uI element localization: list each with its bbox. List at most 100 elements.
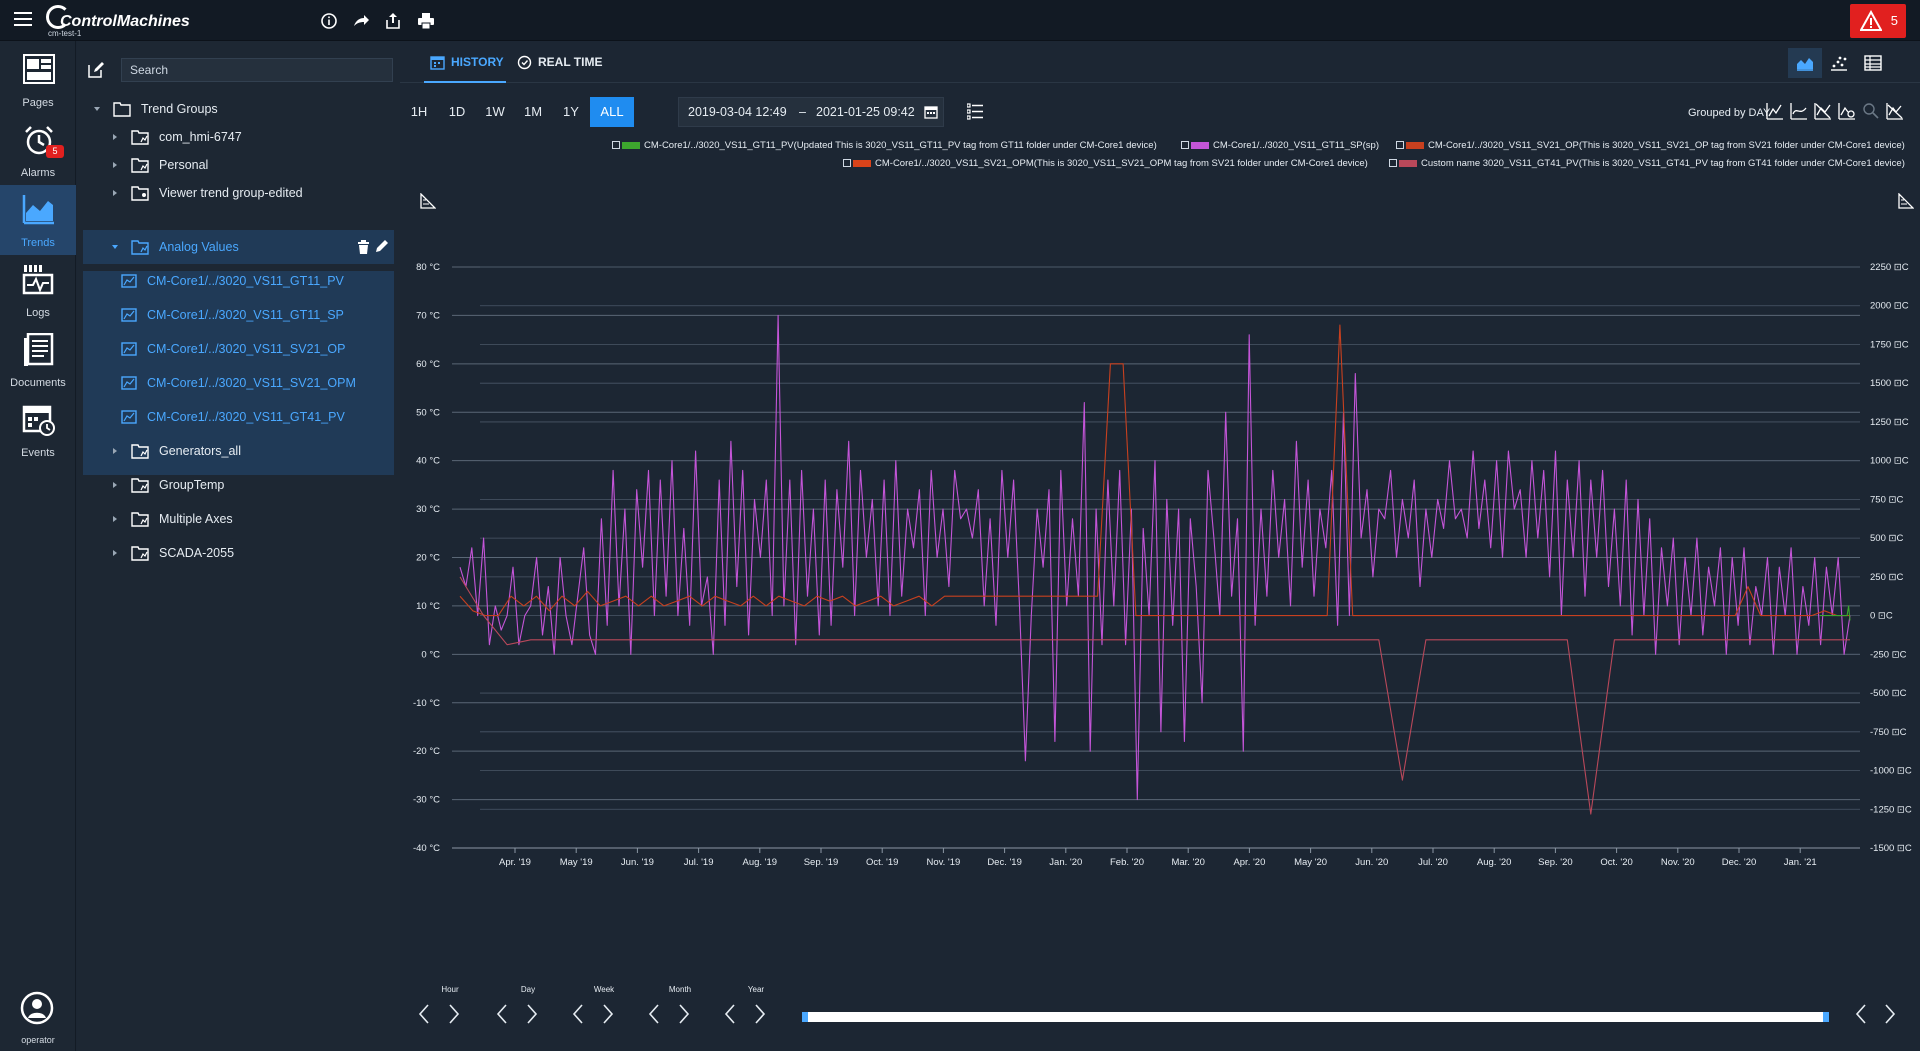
trend-chart[interactable]: 80 °C 70 °C 60 °C 50 °C 40 °C 30 °C 20 °C 10 °C… xyxy=(400,191,1920,1011)
chevron-right-icon[interactable] xyxy=(674,1001,694,1027)
nav-label: Events xyxy=(21,447,55,459)
export-icon[interactable] xyxy=(384,12,402,30)
chart-settings-icon[interactable] xyxy=(1838,102,1856,120)
tree-group[interactable]: Generators_all xyxy=(77,434,400,468)
chevron-left-icon[interactable] xyxy=(414,1001,434,1027)
y-tick-label-left: 10 °C xyxy=(416,601,440,612)
menu-icon[interactable] xyxy=(14,12,32,26)
checkbox[interactable] xyxy=(1389,159,1397,168)
grouped-by-label[interactable]: Grouped by DAY xyxy=(1688,107,1770,119)
date-separator: – xyxy=(799,105,806,119)
tree-leaf[interactable]: CM-Core1/../3020_VS11_GT41_PV xyxy=(83,400,394,434)
search-input[interactable] xyxy=(121,58,393,82)
list-settings-icon[interactable] xyxy=(967,103,983,121)
range-1d-button[interactable]: 1D xyxy=(438,97,476,127)
view-chart-button[interactable] xyxy=(1788,48,1822,78)
chevron-right-icon xyxy=(113,516,117,522)
checkbox[interactable] xyxy=(1396,141,1404,150)
y-tick-label-left: 30 °C xyxy=(416,504,440,515)
line-chart-icon[interactable] xyxy=(1766,102,1784,120)
tab-history[interactable]: HISTORY xyxy=(424,41,506,83)
hide-points-icon[interactable] xyxy=(1814,102,1832,120)
series-line xyxy=(459,576,1850,815)
zoom-icon[interactable] xyxy=(1862,102,1880,120)
chevron-right-icon[interactable] xyxy=(1880,1001,1900,1027)
user-menu[interactable]: operator xyxy=(0,991,76,1047)
chevron-right-icon[interactable] xyxy=(750,1001,770,1027)
nav-group-label: Week xyxy=(593,985,615,994)
tree-leaf[interactable]: CM-Core1/../3020_VS11_GT11_PV xyxy=(83,264,394,298)
range-1w-button[interactable]: 1W xyxy=(476,97,514,127)
alarm-indicator[interactable]: 5 xyxy=(1850,4,1906,38)
alarm-count: 5 xyxy=(1890,13,1898,28)
chevron-left-icon[interactable] xyxy=(720,1001,740,1027)
folder-trend-icon xyxy=(131,444,149,459)
x-tick-label: Dec. '20 xyxy=(1722,857,1757,868)
chevron-left-icon[interactable] xyxy=(644,1001,664,1027)
nav-trends[interactable]: Trends xyxy=(0,185,76,255)
legend-item[interactable]: CM-Core1/../3020_VS11_SV21_OPM(This is 3… xyxy=(843,157,1368,171)
checkbox[interactable] xyxy=(843,159,851,168)
date-from: 2019-03-04 12:49 xyxy=(688,105,787,119)
info-icon[interactable] xyxy=(320,12,338,30)
chevron-left-icon[interactable] xyxy=(492,1001,512,1027)
tree-group[interactable]: Multiple Axes xyxy=(77,502,400,536)
legend-item[interactable]: CM-Core1/../3020_VS11_GT11_PV(Updated Th… xyxy=(612,139,1157,153)
chevron-right-icon[interactable] xyxy=(598,1001,618,1027)
nav-pages[interactable]: Pages xyxy=(0,45,76,115)
time-scrollbar[interactable] xyxy=(802,1012,1829,1022)
top-bar: ControlMachines cm-test-1 5 xyxy=(0,0,1920,41)
chevron-right-icon[interactable] xyxy=(444,1001,464,1027)
tree-group-label: Generators_all xyxy=(159,444,241,458)
legend-item[interactable]: CM-Core1/../3020_VS11_SV21_OP(This is 30… xyxy=(1396,139,1905,153)
view-scatter-button[interactable] xyxy=(1822,48,1856,78)
scroll-handle-left[interactable] xyxy=(802,1012,808,1022)
pencil-icon[interactable] xyxy=(375,239,389,253)
tree-leaf[interactable]: CM-Core1/../3020_VS11_GT11_SP xyxy=(83,298,394,332)
alarm-badge: 5 xyxy=(46,145,64,158)
checkbox[interactable] xyxy=(612,141,620,150)
scroll-handle-right[interactable] xyxy=(1823,1012,1829,1022)
legend-label: CM-Core1/../3020_VS11_GT11_SP(sp) xyxy=(1213,140,1379,151)
tree-leaf-label: CM-Core1/../3020_VS11_SV21_OPM xyxy=(147,376,356,390)
chevron-left-icon[interactable] xyxy=(1851,1001,1871,1027)
range-1m-button[interactable]: 1M xyxy=(514,97,552,127)
share-icon[interactable] xyxy=(352,12,370,30)
logs-icon xyxy=(22,265,54,295)
range-1y-button[interactable]: 1Y xyxy=(552,97,590,127)
trash-icon[interactable] xyxy=(357,240,370,254)
tree-group[interactable]: GroupTemp xyxy=(77,468,400,502)
legend-item[interactable]: CM-Core1/../3020_VS11_GT11_SP(sp) xyxy=(1181,139,1379,153)
date-range-picker[interactable]: 2019-03-04 12:49 – 2021-01-25 09:42 xyxy=(678,97,944,127)
range-all-button[interactable]: ALL xyxy=(590,97,634,127)
smooth-line-icon[interactable] xyxy=(1790,102,1808,120)
user-name: operator xyxy=(21,1035,55,1045)
legend-label: Custom name 3020_VS11_GT41_PV(This is 30… xyxy=(1421,158,1905,169)
nav-events[interactable]: Events xyxy=(0,395,76,465)
nav-alarms[interactable]: 5 Alarms xyxy=(0,115,76,185)
chevron-right-icon[interactable] xyxy=(522,1001,542,1027)
folder-trend-icon xyxy=(131,130,149,145)
tree-group[interactable]: SCADA-2055 xyxy=(77,536,400,570)
x-tick-label: Jun. '19 xyxy=(621,857,654,868)
tree-leaf[interactable]: CM-Core1/../3020_VS11_SV21_OP xyxy=(83,332,394,366)
tree-leaf[interactable]: CM-Core1/../3020_VS11_SV21_OPM xyxy=(83,366,394,400)
tab-realtime[interactable]: REAL TIME xyxy=(517,41,617,83)
chevron-left-icon[interactable] xyxy=(568,1001,588,1027)
y-tick-label-right: 2000 ⊡C xyxy=(1870,301,1909,312)
nav-group-label: Year xyxy=(747,985,765,994)
checkbox[interactable] xyxy=(1181,141,1189,150)
legend-item[interactable]: Custom name 3020_VS11_GT41_PV(This is 30… xyxy=(1389,157,1905,171)
print-icon[interactable] xyxy=(417,12,435,30)
x-tick-label: Oct. '20 xyxy=(1600,857,1632,868)
nav-logs[interactable]: Logs xyxy=(0,255,76,325)
nav-documents[interactable]: Documents xyxy=(0,325,76,395)
y-tick-label-right: 1500 ⊡C xyxy=(1870,378,1909,389)
y-tick-label-left: 80 °C xyxy=(416,262,440,273)
tree-group[interactable]: Viewer trend group-edited xyxy=(77,176,400,210)
range-1h-button[interactable]: 1H xyxy=(400,97,438,127)
edit-icon[interactable] xyxy=(87,61,105,79)
disable-trend-icon[interactable] xyxy=(1886,102,1904,120)
tree-group-analog-values[interactable]: Analog Values xyxy=(83,230,394,264)
view-table-button[interactable] xyxy=(1856,48,1890,78)
